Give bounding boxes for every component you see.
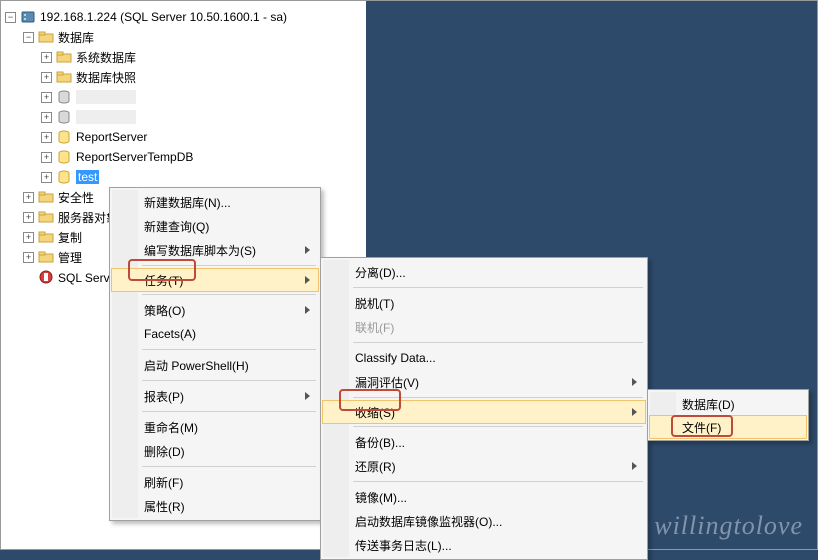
menu-item-shrink[interactable]: 收缩(S) [322, 400, 646, 424]
menu-item-rename[interactable]: 重命名(M) [112, 415, 318, 439]
tree-toggle[interactable]: + [41, 172, 52, 183]
tree-toggle[interactable]: − [5, 12, 16, 23]
tree-toggle[interactable]: + [41, 52, 52, 63]
tree-toggle[interactable]: − [23, 32, 34, 43]
tree-label[interactable] [76, 110, 136, 124]
tree-toggle[interactable]: + [41, 132, 52, 143]
menu-item-classify-data[interactable]: Classify Data... [323, 346, 645, 370]
database-icon [56, 169, 72, 185]
tree-label[interactable]: 系统数据库 [76, 49, 136, 66]
server-icon [20, 9, 36, 25]
tree-label[interactable]: 管理 [58, 249, 82, 266]
database-icon [56, 149, 72, 165]
context-menu-database: 新建数据库(N)... 新建查询(Q) 编写数据库脚本为(S) 任务(T) 策略… [109, 187, 321, 521]
menu-item-tasks[interactable]: 任务(T) [111, 268, 319, 292]
tree-label[interactable]: 复制 [58, 229, 82, 246]
database-icon [56, 109, 72, 125]
database-icon [56, 89, 72, 105]
server-label[interactable]: 192.168.1.224 (SQL Server 10.50.1600.1 -… [40, 10, 287, 24]
submenu-shrink: 数据库(D) 文件(F) [647, 389, 809, 441]
menu-item-vulnerability[interactable]: 漏洞评估(V) [323, 370, 645, 394]
menu-separator [142, 265, 316, 266]
tree-label[interactable]: 安全性 [58, 189, 94, 206]
folder-icon [56, 49, 72, 65]
menu-item-shrink-file[interactable]: 文件(F) [649, 415, 807, 439]
folder-icon [38, 189, 54, 205]
chevron-right-icon [305, 392, 310, 400]
folder-icon [56, 69, 72, 85]
tree-toggle[interactable]: + [41, 92, 52, 103]
menu-separator [353, 426, 643, 427]
menu-item-new-query[interactable]: 新建查询(Q) [112, 214, 318, 238]
folder-icon [38, 249, 54, 265]
menu-item-online: 联机(F) [323, 315, 645, 339]
menu-item-mirror[interactable]: 镜像(M)... [323, 485, 645, 509]
menu-item-shrink-database[interactable]: 数据库(D) [650, 392, 806, 416]
tree-label-databases[interactable]: 数据库 [58, 29, 94, 46]
menu-separator [353, 287, 643, 288]
tree-toggle[interactable]: + [41, 72, 52, 83]
menu-separator [353, 481, 643, 482]
menu-item-delete[interactable]: 删除(D) [112, 439, 318, 463]
tree-label[interactable]: ReportServerTempDB [76, 150, 193, 164]
submenu-tasks: 分离(D)... 脱机(T) 联机(F) Classify Data... 漏洞… [320, 257, 648, 560]
menu-separator [353, 342, 643, 343]
tree-toggle[interactable]: + [23, 192, 34, 203]
menu-item-backup[interactable]: 备份(B)... [323, 430, 645, 454]
menu-item-script-database[interactable]: 编写数据库脚本为(S) [112, 238, 318, 262]
tree-toggle[interactable]: + [23, 252, 34, 263]
menu-separator [142, 380, 316, 381]
tree-label[interactable]: ReportServer [76, 130, 147, 144]
folder-icon [38, 229, 54, 245]
chevron-right-icon [305, 306, 310, 314]
menu-item-refresh[interactable]: 刷新(F) [112, 470, 318, 494]
menu-separator [142, 466, 316, 467]
menu-item-new-database[interactable]: 新建数据库(N)... [112, 190, 318, 214]
tree-toggle[interactable]: + [23, 232, 34, 243]
menu-separator [142, 411, 316, 412]
menu-item-properties[interactable]: 属性(R) [112, 494, 318, 518]
chevron-right-icon [305, 276, 310, 284]
watermark: willingtolove [654, 511, 803, 541]
menu-separator [353, 397, 643, 398]
menu-item-detach[interactable]: 分离(D)... [323, 260, 645, 284]
menu-item-ship-log[interactable]: 传送事务日志(L)... [323, 533, 645, 557]
menu-item-policy[interactable]: 策略(O) [112, 298, 318, 322]
menu-separator [142, 349, 316, 350]
sql-agent-icon [38, 269, 54, 285]
chevron-right-icon [632, 378, 637, 386]
folder-icon [38, 29, 54, 45]
menu-item-facets[interactable]: Facets(A) [112, 322, 318, 346]
folder-icon [38, 209, 54, 225]
chevron-right-icon [632, 462, 637, 470]
tree-label[interactable] [76, 90, 136, 104]
tree-label-selected[interactable]: test [76, 170, 99, 184]
menu-item-mirror-monitor[interactable]: 启动数据库镜像监视器(O)... [323, 509, 645, 533]
database-icon [56, 129, 72, 145]
menu-item-offline[interactable]: 脱机(T) [323, 291, 645, 315]
chevron-right-icon [632, 408, 637, 416]
chevron-right-icon [305, 246, 310, 254]
tree-toggle[interactable]: + [41, 112, 52, 123]
tree-label[interactable]: 数据库快照 [76, 69, 136, 86]
menu-item-reports[interactable]: 报表(P) [112, 384, 318, 408]
menu-item-powershell[interactable]: 启动 PowerShell(H) [112, 353, 318, 377]
menu-item-restore[interactable]: 还原(R) [323, 454, 645, 478]
menu-separator [142, 294, 316, 295]
tree-toggle[interactable]: + [41, 152, 52, 163]
tree-toggle[interactable]: + [23, 212, 34, 223]
